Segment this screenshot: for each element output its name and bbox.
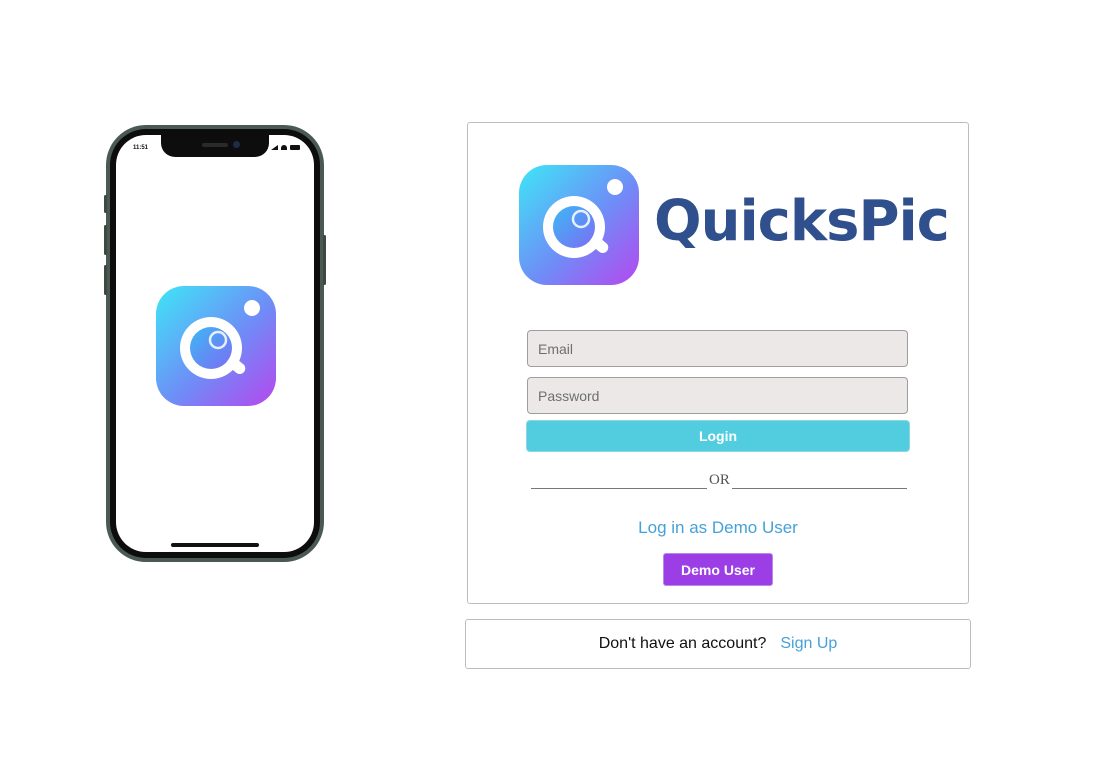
wifi-icon (281, 145, 287, 150)
login-card: QuicksPic Login OR Log in as Demo User D… (467, 122, 969, 604)
quickspic-logo-icon (519, 165, 639, 285)
phone-side-button (104, 195, 107, 213)
phone-side-button (323, 235, 326, 285)
password-input[interactable] (527, 377, 908, 414)
phone-side-button (104, 265, 107, 295)
email-input[interactable] (527, 330, 908, 367)
quickspic-logo-icon (156, 286, 276, 406)
divider-text: OR (707, 472, 732, 489)
signup-link[interactable]: Sign Up (780, 635, 837, 653)
battery-icon (290, 145, 300, 150)
signup-box: Don't have an account? Sign Up (465, 619, 971, 669)
camera-icon (233, 141, 240, 148)
phone-bezel: 11:51 (110, 129, 320, 558)
page: 11:51 QuicksPic Email Login OR Log in as… (0, 0, 1095, 767)
status-time: 11:51 (133, 145, 149, 151)
phone-screen: 11:51 (116, 135, 314, 552)
phone-mockup: 11:51 (104, 125, 326, 562)
signup-prompt: Don't have an account? (598, 635, 767, 652)
home-indicator (171, 543, 259, 547)
signal-icon (271, 145, 278, 150)
demo-login-link[interactable]: Log in as Demo User (468, 518, 968, 538)
phone-notch (161, 135, 269, 157)
speaker-icon (202, 143, 228, 147)
phone-side-button (104, 225, 107, 255)
status-icons (271, 145, 300, 150)
brand-name: QuicksPic (654, 189, 950, 254)
login-button[interactable]: Login (526, 420, 910, 452)
demo-user-button[interactable]: Demo User (663, 553, 773, 586)
